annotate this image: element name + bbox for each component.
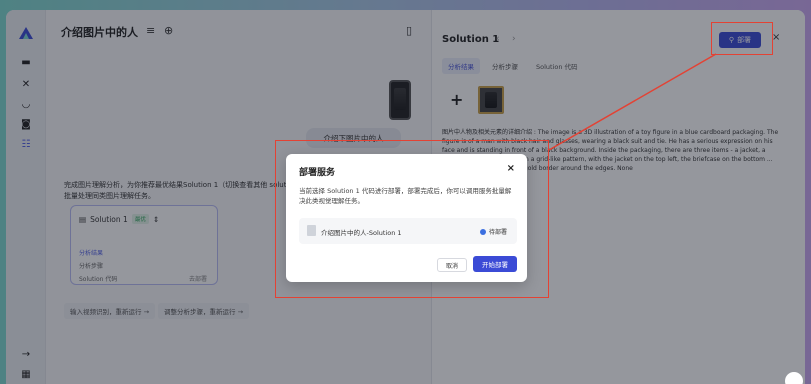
annotation-arrow [548,53,717,151]
chat-bubble-icon[interactable] [785,372,803,384]
